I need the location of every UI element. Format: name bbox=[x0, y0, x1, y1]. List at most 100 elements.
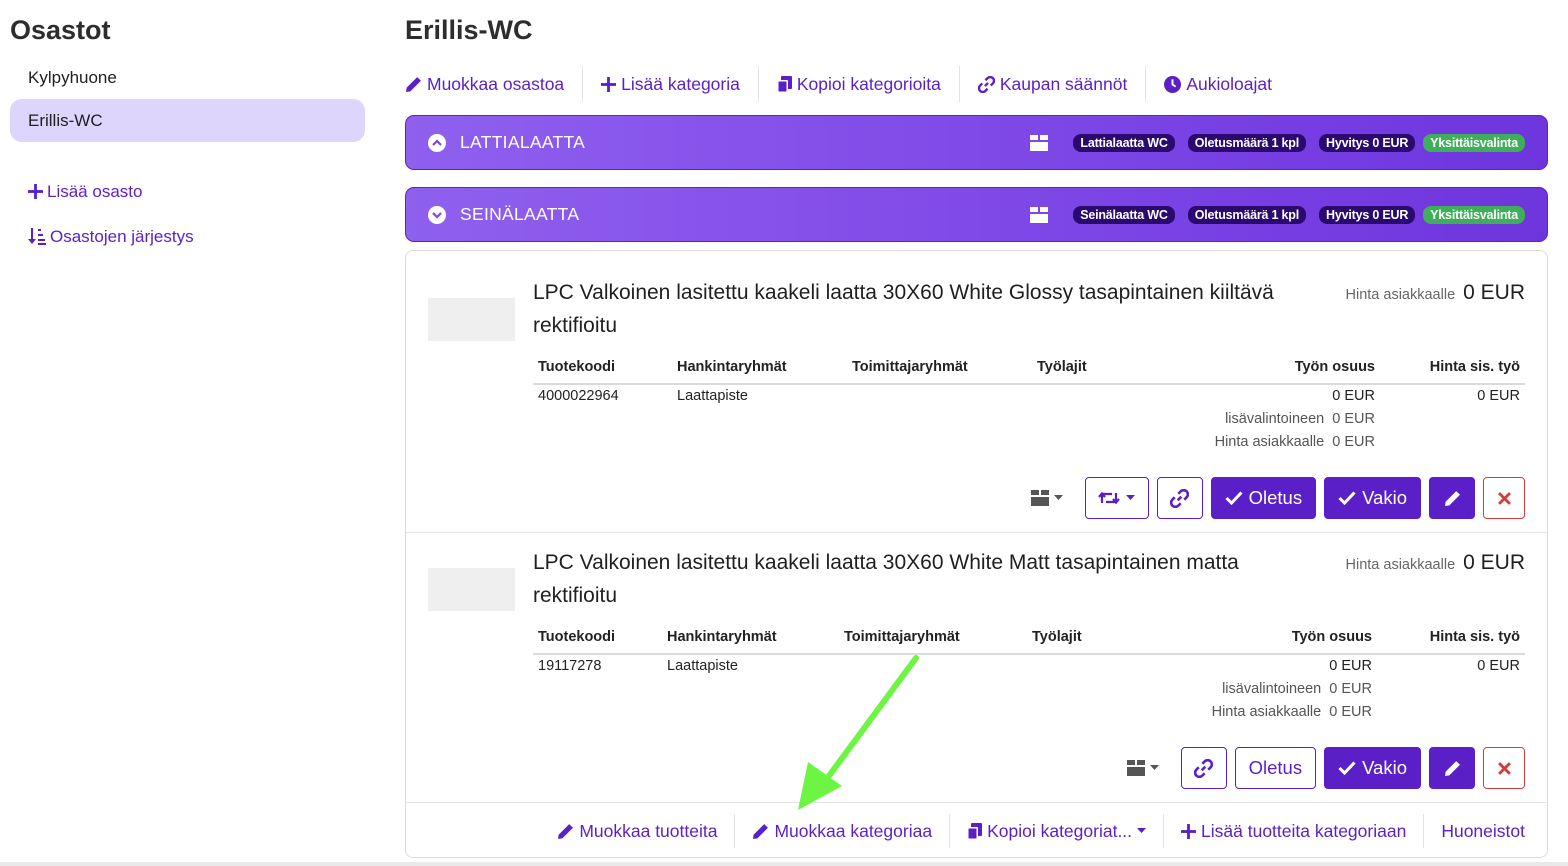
add-department-label: Lisää osasto bbox=[47, 181, 143, 201]
customer-price-value: 0 EUR bbox=[1329, 703, 1372, 720]
plus-icon bbox=[601, 76, 617, 92]
pencil-icon bbox=[1444, 490, 1460, 506]
link-icon bbox=[977, 75, 995, 93]
pencil-icon bbox=[558, 823, 574, 839]
check-icon bbox=[1338, 491, 1356, 505]
single-select-badge: Yksittäisvalinta bbox=[1423, 133, 1525, 152]
add-department-button[interactable]: Lisää osasto bbox=[10, 169, 365, 214]
col-work-share: Työn osuus bbox=[1187, 620, 1377, 655]
product-title: LPC Valkoinen lasitettu kaakeli laatta 3… bbox=[533, 281, 1274, 337]
package-dropdown[interactable] bbox=[1030, 490, 1063, 506]
add-category-button[interactable]: Lisää kategoria bbox=[583, 66, 759, 102]
sidebar-item-erillis-wc[interactable]: Erillis-WC bbox=[10, 99, 365, 142]
category-header-lattialaatta[interactable]: LATTIALAATTA Lattialaatta WC Oletusmäärä… bbox=[405, 115, 1548, 170]
price-label: Hinta asiakkaalle bbox=[1345, 557, 1456, 573]
default-button[interactable]: Oletus bbox=[1210, 477, 1317, 519]
col-work-types: Työlajit bbox=[1027, 620, 1187, 655]
refund-badge: Hyvitys 0 EUR bbox=[1319, 205, 1416, 224]
link-product-button[interactable] bbox=[1180, 747, 1227, 789]
edit-products-label: Muokkaa tuotteita bbox=[579, 820, 718, 841]
work-share-value: 0 EUR bbox=[1329, 658, 1372, 674]
pencil-icon bbox=[406, 76, 421, 92]
edit-product-button[interactable] bbox=[1429, 477, 1475, 519]
sort-order-icon bbox=[28, 228, 46, 245]
product-divider bbox=[406, 532, 1547, 533]
page-title: Erillis-WC bbox=[405, 15, 533, 45]
price-incl-work-value: 0 EUR bbox=[1477, 388, 1520, 404]
add-products-label: Lisää tuotteita kategoriaan bbox=[1201, 820, 1407, 841]
copy-categories-label: Kopioi kategoriat... bbox=[987, 820, 1133, 841]
standard-button[interactable]: Vakio bbox=[1324, 477, 1421, 519]
remove-product-button[interactable] bbox=[1483, 747, 1525, 789]
main-content: Erillis-WC Muokkaa osastoa Lisää kategor… bbox=[405, 12, 1548, 858]
add-category-label: Lisää kategoria bbox=[621, 73, 740, 94]
add-products-to-category-button[interactable]: Lisää tuotteita kategoriaan bbox=[1164, 814, 1425, 848]
product-thumbnail bbox=[428, 568, 515, 611]
package-icon bbox=[1030, 206, 1049, 223]
extras-label: lisävalintoineen bbox=[1222, 680, 1322, 697]
edit-department-label: Muokkaa osastoa bbox=[427, 73, 565, 94]
default-button[interactable]: Oletus bbox=[1234, 747, 1317, 789]
edit-products-button[interactable]: Muokkaa tuotteita bbox=[540, 814, 736, 848]
default-button-label: Oletus bbox=[1248, 487, 1303, 508]
product-title: LPC Valkoinen lasitettu kaakeli laatta 3… bbox=[533, 551, 1239, 607]
col-price-incl-work: Hinta sis. työ bbox=[1380, 350, 1525, 385]
category-name: LATTIALAATTA bbox=[460, 132, 586, 152]
standard-button[interactable]: Vakio bbox=[1324, 747, 1421, 789]
price-value: 0 EUR bbox=[1463, 551, 1525, 574]
chevron-down-icon[interactable] bbox=[428, 205, 446, 224]
link-product-button[interactable] bbox=[1156, 477, 1203, 519]
plus-icon bbox=[28, 184, 43, 199]
product-actions: Oletus Vakio bbox=[1126, 747, 1525, 789]
sidebar-title: Osastot bbox=[10, 15, 111, 45]
store-rules-button[interactable]: Kaupan säännöt bbox=[960, 66, 1147, 102]
copy-icon bbox=[776, 75, 792, 93]
product-code: 4000022964 bbox=[538, 388, 619, 404]
copy-categories-dropdown[interactable]: Kopioi kategoriat... bbox=[950, 814, 1165, 848]
col-procurement: Hankintaryhmät bbox=[672, 350, 847, 385]
price-label: Hinta asiakkaalle bbox=[1345, 287, 1456, 303]
customer-price-label: Hinta asiakkaalle bbox=[1214, 433, 1325, 450]
caret-down-icon bbox=[1149, 765, 1159, 770]
copy-categories-button[interactable]: Kopioi kategorioita bbox=[759, 66, 960, 102]
department-toolbar: Muokkaa osastoa Lisää kategoria Kopioi k… bbox=[405, 57, 1548, 111]
department-order-button[interactable]: Osastojen järjestys bbox=[10, 214, 365, 259]
chevron-up-icon[interactable] bbox=[428, 133, 446, 152]
plus-icon bbox=[1181, 823, 1197, 839]
customer-price-value: 0 EUR bbox=[1332, 433, 1375, 450]
col-procurement: Hankintaryhmät bbox=[662, 620, 839, 655]
work-share-value: 0 EUR bbox=[1332, 388, 1375, 404]
sidebar-item-kylpyhuone[interactable]: Kylpyhuone bbox=[10, 56, 365, 99]
product-thumbnail bbox=[428, 298, 515, 341]
default-button-label: Oletus bbox=[1248, 757, 1303, 778]
apartments-link[interactable]: Huoneistot bbox=[1424, 814, 1525, 848]
product-code: 19117278 bbox=[538, 658, 602, 674]
check-icon bbox=[1338, 761, 1356, 775]
package-dropdown[interactable] bbox=[1126, 760, 1159, 776]
col-supplier: Toimittajaryhmät bbox=[839, 620, 1027, 655]
product-spec-table: Tuotekoodi Hankintaryhmät Toimittajaryhm… bbox=[533, 620, 1525, 723]
category-type-badge: Lattialaatta WC bbox=[1073, 133, 1175, 152]
default-amount-badge: Oletusmäärä 1 kpl bbox=[1187, 205, 1306, 224]
replace-dropdown-button[interactable] bbox=[1084, 477, 1149, 519]
caret-down-icon bbox=[1137, 828, 1147, 833]
edit-department-button[interactable]: Muokkaa osastoa bbox=[405, 66, 584, 102]
extras-value: 0 EUR bbox=[1329, 680, 1372, 697]
col-product-code: Tuotekoodi bbox=[533, 350, 672, 385]
extras-value: 0 EUR bbox=[1332, 410, 1375, 427]
standard-button-label: Vakio bbox=[1362, 757, 1407, 778]
col-supplier: Toimittajaryhmät bbox=[847, 350, 1032, 385]
pencil-icon bbox=[753, 823, 769, 839]
col-work-types: Työlajit bbox=[1032, 350, 1192, 385]
price-incl-work-value: 0 EUR bbox=[1477, 658, 1520, 674]
opening-hours-button[interactable]: Aukioloajat bbox=[1146, 66, 1290, 102]
caret-down-icon bbox=[1126, 495, 1136, 500]
refund-badge: Hyvitys 0 EUR bbox=[1319, 133, 1416, 152]
product-spec-table: Tuotekoodi Hankintaryhmät Toimittajaryhm… bbox=[533, 350, 1525, 453]
edit-product-button[interactable] bbox=[1429, 747, 1475, 789]
price-value: 0 EUR bbox=[1463, 281, 1525, 304]
product-actions: Oletus Vakio bbox=[1030, 477, 1525, 519]
remove-product-button[interactable] bbox=[1483, 477, 1525, 519]
category-header-seinalaatta[interactable]: SEINÄLAATTA Seinälaatta WC Oletusmäärä 1… bbox=[405, 187, 1548, 242]
standard-button-label: Vakio bbox=[1362, 487, 1407, 508]
